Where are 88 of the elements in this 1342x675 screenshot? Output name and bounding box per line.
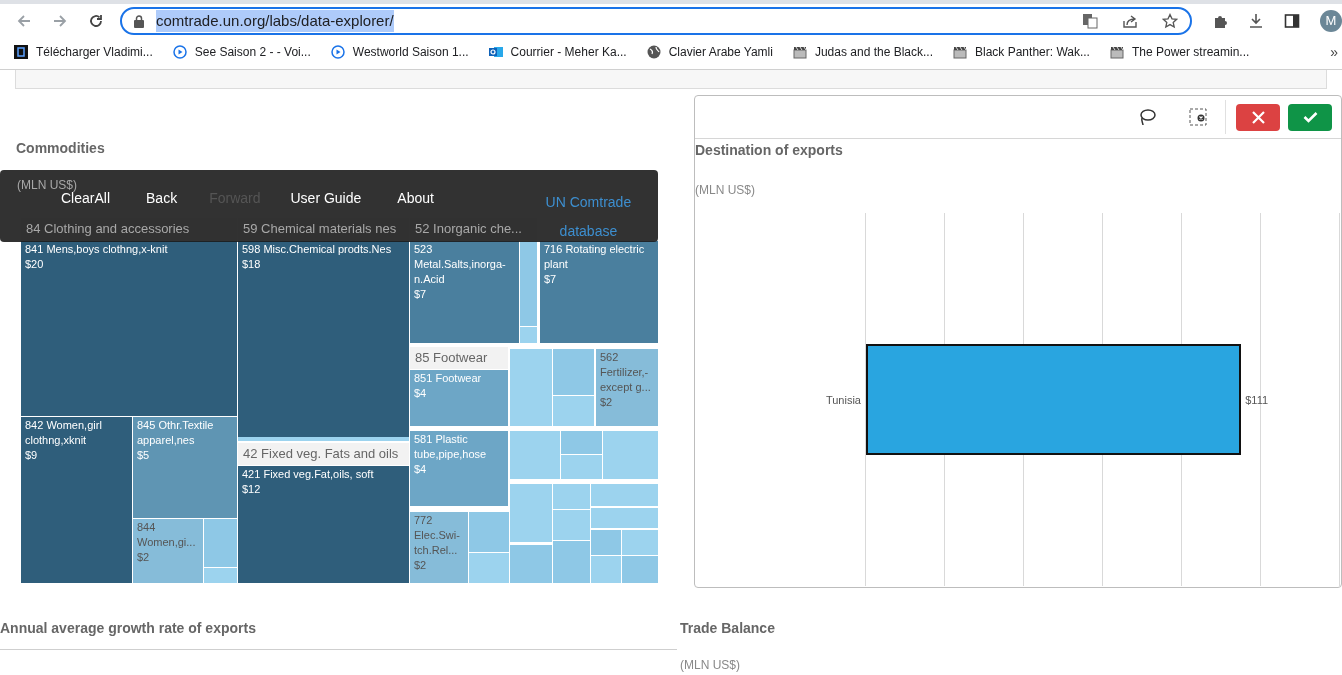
bookmark-link[interactable]: Courrier - Meher Ka... bbox=[510, 43, 627, 61]
treemap-tile: 598 Misc.Chemical prodts.Nes $18 bbox=[238, 241, 409, 437]
treemap-tile bbox=[553, 396, 594, 426]
treemap-tile bbox=[622, 530, 658, 555]
treemap-tile bbox=[561, 431, 602, 454]
treemap-tile bbox=[591, 530, 621, 555]
treemap-tile: 845 Othr.Textile apparel,nes $5 bbox=[133, 417, 237, 518]
address-bar[interactable]: comtrade.un.org/labs/data-explorer/ bbox=[120, 7, 1192, 35]
section-title: Annual average growth rate of exports bbox=[0, 619, 257, 638]
bar[interactable] bbox=[866, 343, 1242, 456]
treemap-tile bbox=[510, 431, 560, 479]
clapperboard-icon bbox=[792, 45, 807, 59]
section-title: Destination of exports bbox=[695, 141, 844, 160]
bookmark-link[interactable]: Judas and the Black... bbox=[814, 43, 933, 61]
menu-item[interactable]: About bbox=[397, 188, 434, 209]
treemap-tile bbox=[510, 545, 552, 583]
treemap-tile: 562 Fertilizer,-except g... $2 bbox=[596, 349, 658, 426]
clapperboard-icon bbox=[1109, 45, 1124, 59]
play-icon bbox=[330, 45, 345, 59]
treemap-tile: 842 Women,girl clothng,xknit $9 bbox=[21, 417, 132, 583]
profile-avatar[interactable]: M bbox=[1320, 10, 1342, 32]
treemap-tile bbox=[591, 484, 658, 506]
treemap-tile: 841 Mens,boys clothng,x-knit $20 bbox=[21, 241, 237, 416]
overflow-chevron[interactable]: » bbox=[1330, 41, 1338, 63]
download-icon[interactable] bbox=[1248, 13, 1264, 29]
s-logo-icon bbox=[14, 45, 28, 59]
treemap-group-header: 42 Fixed veg. Fats and oils bbox=[238, 443, 409, 465]
cancel-button[interactable] bbox=[1236, 103, 1280, 131]
reload-icon[interactable] bbox=[88, 13, 104, 29]
unit-label: (MLN US$) bbox=[17, 177, 77, 193]
lasso-icon[interactable] bbox=[1137, 108, 1157, 126]
url-text: comtrade.un.org/labs/data-explorer/ bbox=[156, 9, 394, 33]
treemap-group-header: 84 Clothing and accessories bbox=[26, 220, 190, 238]
treemap-tile bbox=[204, 519, 237, 567]
treemap-tile: 772 Elec.Swi-tch.Rel... $2 bbox=[410, 512, 468, 583]
treemap-tile: 851 Footwear $4 bbox=[410, 370, 508, 426]
category-label: Tunisia bbox=[825, 392, 861, 408]
treemap-tile bbox=[603, 431, 658, 479]
star-icon[interactable] bbox=[1162, 13, 1178, 29]
treemap-tile: 421 Fixed veg.Fat,oils, soft $12 bbox=[238, 466, 409, 583]
treemap-tile bbox=[591, 556, 621, 583]
treemap-tile bbox=[469, 512, 509, 552]
treemap-tile bbox=[553, 349, 594, 395]
treemap-group-header: 59 Chemical materials nes bbox=[243, 220, 397, 238]
bookmark-link[interactable]: Télécharger Vladimi... bbox=[36, 43, 153, 61]
forward-icon[interactable] bbox=[52, 13, 68, 29]
bookmark-link[interactable]: Black Panther: Wak... bbox=[975, 43, 1090, 61]
treemap-tile bbox=[510, 484, 552, 542]
share-icon[interactable] bbox=[1122, 13, 1138, 29]
side-panel-icon[interactable] bbox=[1284, 13, 1300, 29]
bookmark-link[interactable]: Clavier Arabe Yamli bbox=[668, 43, 773, 61]
bookmark-link[interactable]: See Saison 2 - - Voi... bbox=[194, 43, 311, 61]
bookmark-link[interactable]: Westworld Saison 1... bbox=[352, 43, 469, 61]
value-label: $111 bbox=[1245, 392, 1269, 408]
clapperboard-icon bbox=[953, 45, 967, 59]
section-title: Trade Balance bbox=[680, 619, 775, 638]
treemap-group-header: 85 Footwear bbox=[410, 347, 508, 369]
treemap-tile: 716 Rotating electric plant $7 bbox=[540, 241, 658, 343]
treemap-tile: 523 Metal.Salts,inorga-n.Acid $7 bbox=[410, 241, 519, 343]
treemap-tile bbox=[591, 508, 658, 528]
treemap-tile bbox=[520, 327, 537, 343]
bookmark-link[interactable]: The Power streamin... bbox=[1131, 43, 1250, 61]
extensions-icon[interactable] bbox=[1212, 13, 1228, 29]
treemap-tile bbox=[561, 455, 602, 479]
treemap-tile bbox=[553, 510, 590, 540]
translate-icon[interactable] bbox=[1082, 13, 1098, 29]
check-icon bbox=[1302, 111, 1318, 123]
close-icon bbox=[1251, 110, 1265, 124]
unit-label: (MLN US$) bbox=[695, 182, 756, 199]
treemap-tile: 844 Women,gi... $2 bbox=[133, 519, 203, 583]
treemap-tile bbox=[553, 541, 590, 583]
mail-app-icon bbox=[488, 45, 503, 59]
confirm-button[interactable] bbox=[1288, 103, 1332, 131]
menu-item[interactable]: Back bbox=[146, 188, 178, 209]
treemap-tile bbox=[204, 568, 237, 583]
play-icon bbox=[172, 45, 187, 59]
treemap-tile bbox=[469, 553, 509, 583]
treemap-tile bbox=[553, 484, 590, 509]
globe-icon bbox=[646, 45, 661, 59]
section-title: Commodities bbox=[16, 139, 105, 158]
lock-icon bbox=[134, 14, 144, 28]
treemap-tile bbox=[622, 556, 658, 583]
unit-label: (MLN US$) bbox=[680, 657, 740, 674]
treemap-tile: 581 Plastic tube,pipe,hose $4 bbox=[410, 431, 508, 506]
treemap-group-header: 52 Inorganic che... bbox=[415, 220, 522, 238]
clear-selection-icon[interactable] bbox=[1189, 108, 1207, 126]
menu-item[interactable]: User Guide bbox=[290, 188, 362, 209]
back-icon[interactable] bbox=[16, 13, 32, 29]
